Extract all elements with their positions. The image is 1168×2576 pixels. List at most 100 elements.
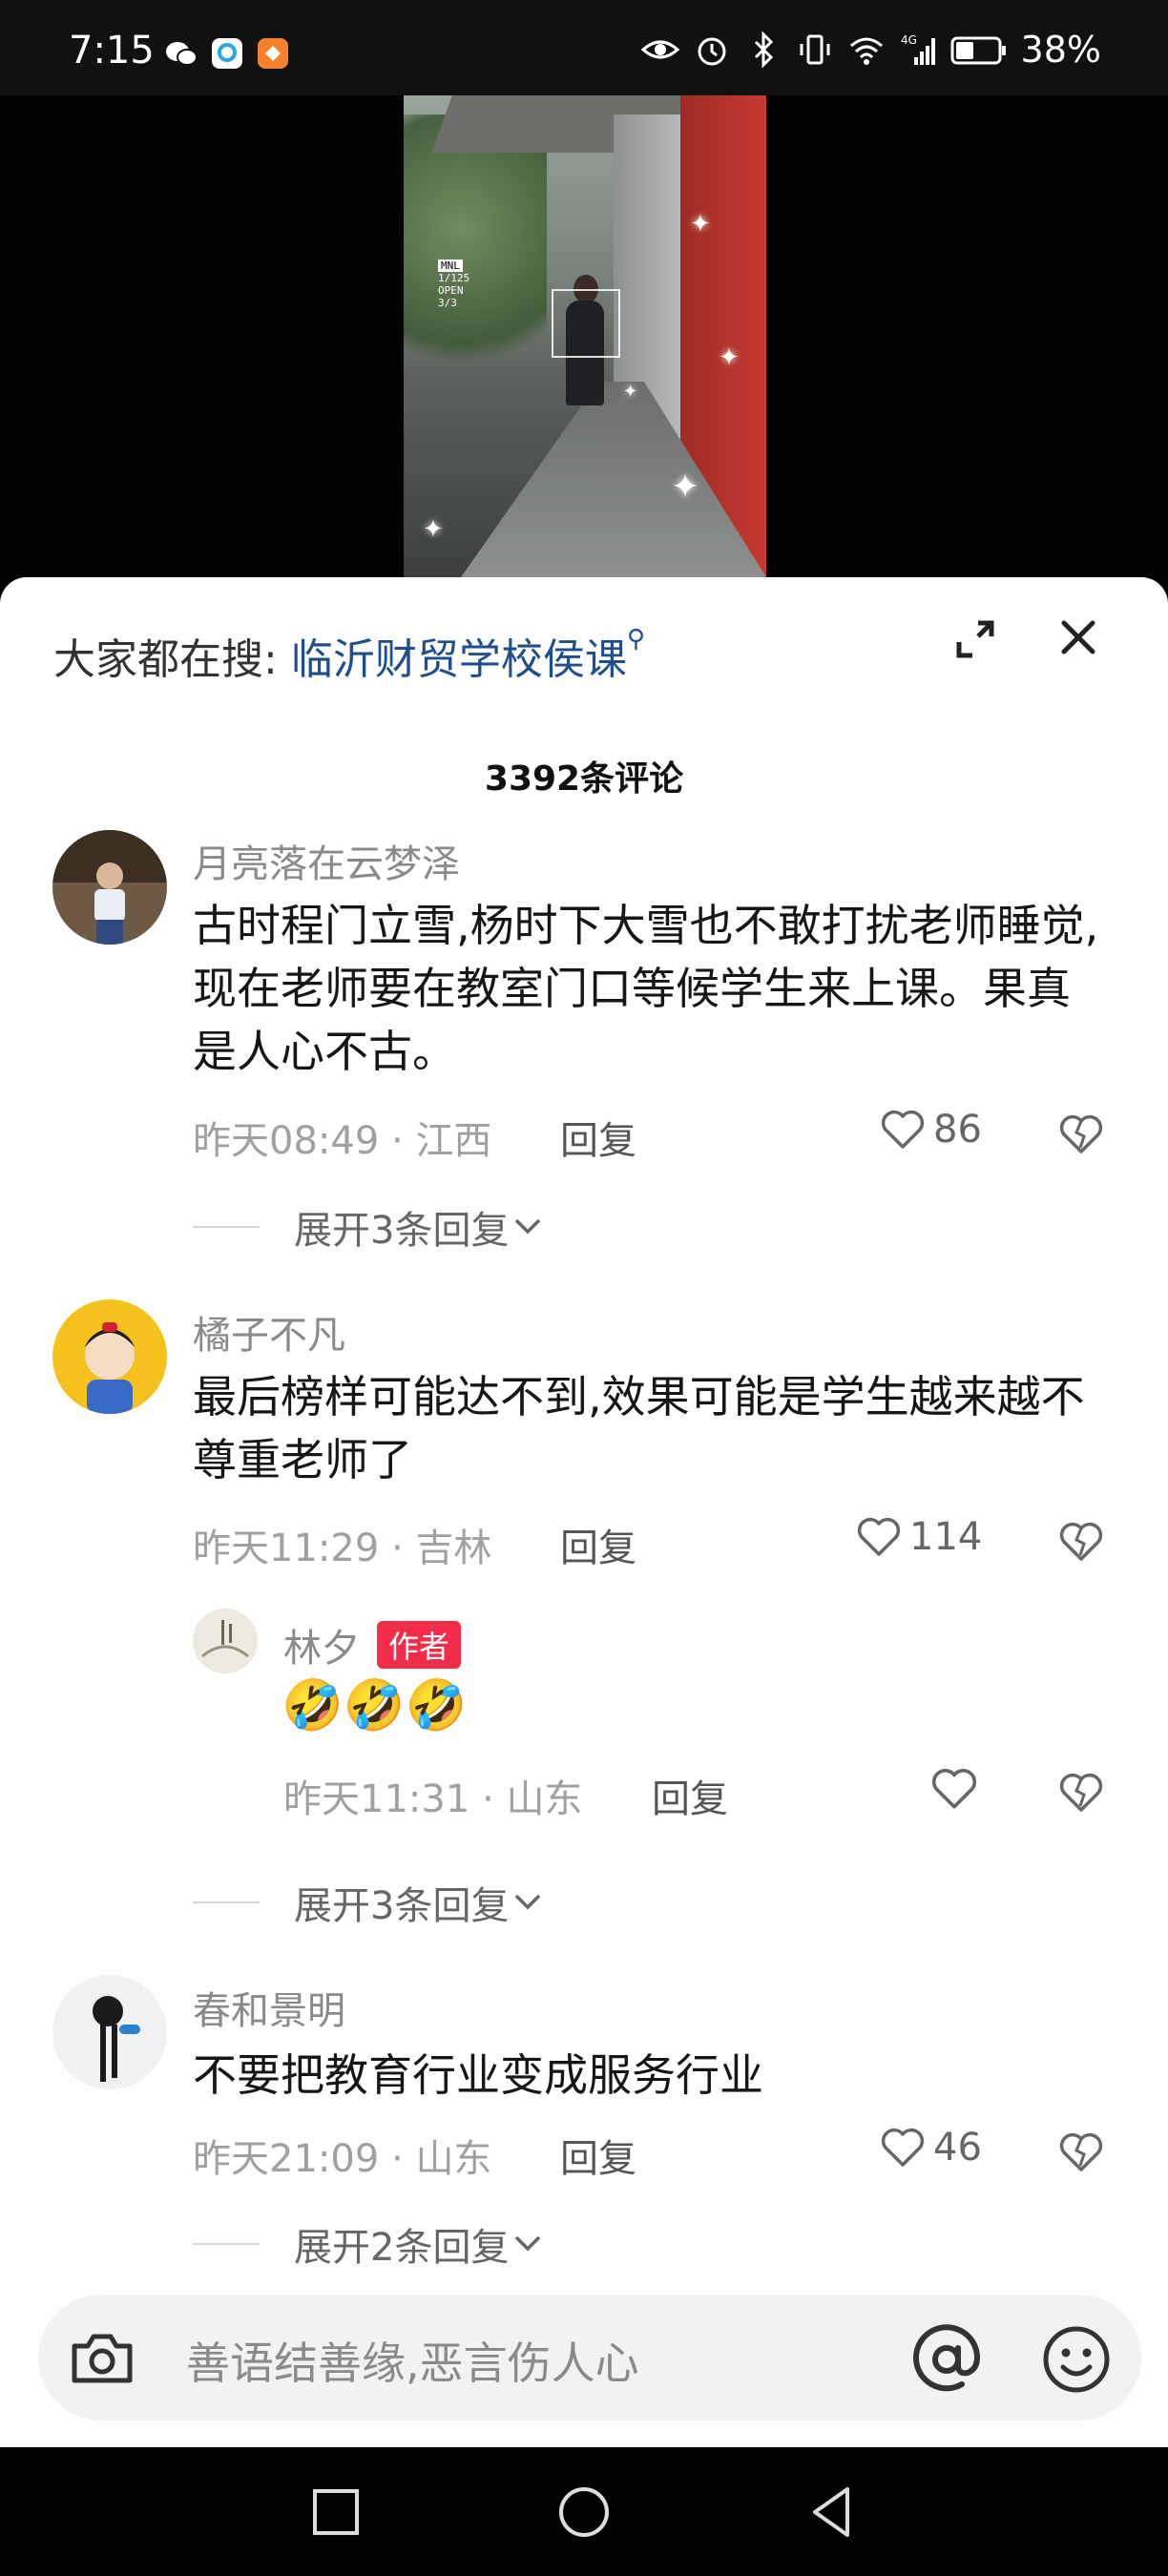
trees [404,114,547,401]
sparkle-icon: ✦ [671,467,700,507]
heart-icon [857,1517,901,1556]
video-frame[interactable]: MNL 1/125 OPEN 3/3 ✦ ✦ ✦ ✦ ✦ [404,95,766,577]
back-icon[interactable] [803,2483,861,2541]
comment-count: 3392条评论 [484,759,684,799]
eye-icon [640,40,679,59]
comment-time: 昨天11:29 [193,1527,380,1570]
at-mention-icon[interactable] [908,2321,985,2398]
chevron-down-icon [515,2235,541,2252]
divider [193,2243,260,2245]
search-suggestion-link[interactable]: 临沂财贸学校侯课 [291,635,627,684]
expand-replies-label: 展开2条回复 [294,2226,510,2270]
expand-replies-label: 展开3条回复 [294,1209,510,1253]
reply-button[interactable]: 回复 [560,1110,636,1165]
wifi-icon [849,37,883,65]
comment-location: 江西 [415,1119,492,1163]
battery-percent: 38% [1020,29,1101,71]
reply-username: 林夕 作者 [283,1617,462,1672]
avatar[interactable] [52,1299,167,1414]
recent-apps-icon[interactable] [307,2483,365,2541]
notification-icons [164,36,290,71]
reply-username-text[interactable]: 林夕 [283,1627,360,1671]
comment-time: 昨天08:49 [193,1119,380,1163]
dislike-icon[interactable] [1057,2128,1105,2175]
camera-shutter: 1/125 [438,272,470,284]
alarm-icon [698,37,726,66]
reply-button[interactable]: 回复 [652,1768,728,1823]
dislike-icon[interactable] [1057,1768,1105,1816]
divider [193,1901,260,1903]
expand-replies-button[interactable]: 展开3条回复 [193,1875,547,1930]
like-count: 86 [933,1108,982,1152]
comment-input[interactable]: 善语结善缘,恶言伤人心 [186,2329,639,2392]
navigation-bar [0,2447,1168,2576]
search-suggestion: 大家都在搜: 临沂财贸学校侯课⚲ [53,625,645,686]
like-count: 46 [933,2126,982,2170]
comment-input-bar[interactable]: 善语结善缘,恶言伤人心 [38,2295,1141,2420]
status-time: 7:15 [69,29,155,73]
like-count: 114 [909,1515,983,1559]
comment-meta: 昨天08:49 · 江西 [193,1119,492,1163]
home-icon[interactable] [555,2483,613,2541]
comment-username[interactable]: 春和景明 [193,1980,345,2035]
message-app-icon [212,38,242,69]
status-bar: 7:15 4G 38% [0,0,1168,95]
reply-location: 山东 [506,1777,583,1821]
camera-overlay: MNL 1/125 OPEN 3/3 [438,260,469,309]
battery-icon [950,36,1006,65]
avatar[interactable] [52,1975,167,2089]
like-button[interactable]: 86 [880,1108,982,1152]
reply-button[interactable]: 回复 [560,1517,636,1572]
orange-app-icon [258,38,288,69]
expand-icon[interactable] [951,615,999,663]
avatar[interactable] [52,830,167,945]
vibrate-icon [800,34,830,65]
avatar[interactable] [193,1609,258,1673]
camera-iso: 3/3 [438,297,457,309]
dislike-icon[interactable] [1057,1517,1105,1565]
reply-time: 昨天11:31 [283,1777,470,1821]
comment-text: 最后榜样可能达不到,效果可能是学生越来越不尊重老师了 [193,1371,1085,1485]
comment-time: 昨天21:09 [193,2137,380,2181]
reply-text: 🤣🤣🤣 [282,1677,468,1735]
heart-icon [881,2128,925,2167]
camera-mode: MNL [438,260,463,272]
system-status: 4G 38% [640,29,1101,71]
signal-icon: 4G [901,33,935,65]
focus-box [552,289,620,358]
reply-button[interactable]: 回复 [560,2128,636,2183]
sparkle-icon: ✦ [690,210,711,239]
chevron-down-icon [515,1218,541,1235]
heart-icon [881,1110,925,1149]
search-label: 大家都在搜: [53,635,278,684]
comment-text: 古时程门立雪,杨时下大雪也不敢打扰老师睡觉,现在老师要在教室门口等候学生来上课。… [193,900,1099,1077]
comment-location: 吉林 [415,1527,492,1570]
expand-replies-button[interactable]: 展开3条回复 [193,1199,547,1255]
svg-text:4G: 4G [901,33,917,47]
divider [193,1226,260,1228]
author-badge: 作者 [377,1621,462,1669]
reply-meta: 昨天11:31 · 山东 [283,1777,583,1821]
bluetooth-icon [754,31,773,69]
wechat-icon [166,42,198,66]
sparkle-icon: ✦ [623,382,638,402]
dislike-icon[interactable] [1057,1110,1105,1157]
comment-username[interactable]: 橘子不凡 [193,1304,345,1360]
comment-text: 不要把教育行业变成服务行业 [193,2049,763,2101]
sparkle-icon: ✦ [423,515,444,544]
like-button[interactable]: 114 [856,1515,982,1559]
comment-meta: 昨天11:29 · 吉林 [193,1527,492,1570]
comment-username[interactable]: 月亮落在云梦泽 [193,833,460,888]
like-button[interactable]: 46 [880,2126,982,2170]
chevron-down-icon [515,1894,541,1910]
expand-replies-button[interactable]: 展开2条回复 [193,2216,547,2272]
camera-icon[interactable] [67,2323,137,2394]
search-icon: ⚲ [626,625,645,654]
expand-replies-label: 展开3条回复 [294,1884,510,1928]
sparkle-icon: ✦ [719,343,740,372]
video-player[interactable]: MNL 1/125 OPEN 3/3 ✦ ✦ ✦ ✦ ✦ [0,95,1168,577]
close-icon[interactable] [1054,613,1102,661]
emoji-icon[interactable] [1038,2321,1115,2398]
comment-sheet: 大家都在搜: 临沂财贸学校侯课⚲ 3392条评论 月亮落在云梦泽 古时程门立雪,… [0,577,1168,2447]
heart-icon[interactable] [930,1766,978,1812]
